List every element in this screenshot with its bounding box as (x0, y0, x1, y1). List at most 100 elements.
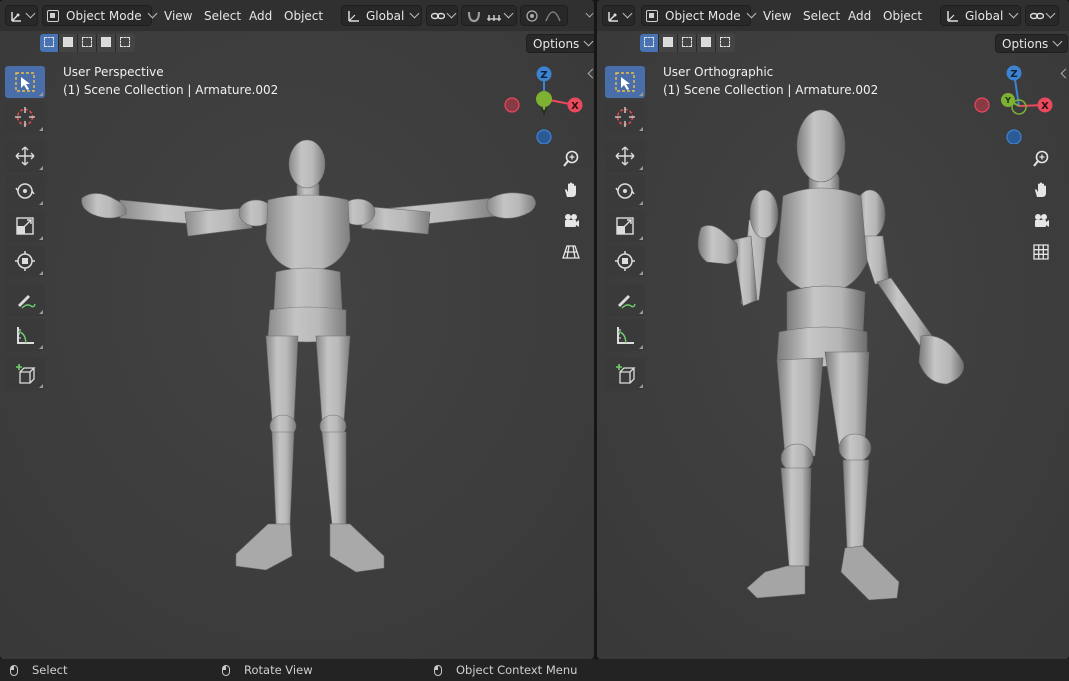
pan-button[interactable] (558, 177, 584, 203)
tool-scale[interactable] (5, 210, 45, 242)
menu-view[interactable]: View (757, 5, 797, 26)
tool-shelf (605, 66, 645, 393)
collection-info: (1) Scene Collection | Armature.002 (663, 83, 879, 97)
tool-rotate[interactable] (605, 175, 645, 207)
transform-orientation-icon (348, 10, 359, 22)
viewport-left[interactable]: Object Mode View Select Add Object Globa… (0, 0, 594, 659)
tool-move[interactable] (605, 140, 645, 172)
select-invert-button[interactable] (97, 34, 116, 52)
rotate-icon (615, 183, 635, 199)
viewport-info: User Orthographic (1) Scene Collection |… (663, 63, 878, 99)
proportional-edit-icon (526, 9, 538, 22)
select-intersect-button[interactable] (716, 34, 735, 52)
tool-shelf (5, 66, 45, 393)
header-overflow[interactable] (585, 5, 594, 26)
move-icon (615, 146, 635, 166)
pan-button[interactable] (1028, 177, 1054, 203)
options-dropdown[interactable]: Options (995, 34, 1069, 53)
zoom-button[interactable] (1028, 146, 1054, 172)
proportional-edit-dropdown[interactable] (520, 5, 568, 26)
select-intersect-button[interactable] (116, 34, 135, 52)
tool-rotate[interactable] (5, 175, 45, 207)
axes-editor-icon (608, 11, 618, 22)
menu-add[interactable]: Add (243, 5, 278, 26)
camera-view-button[interactable] (1028, 208, 1054, 234)
pivot-dropdown[interactable] (426, 5, 458, 26)
select-subtract-button[interactable] (78, 34, 97, 52)
select-extend-button[interactable] (659, 34, 678, 52)
navigation-gizmo[interactable]: Z X Y (974, 64, 1054, 144)
cursor-3d-icon (615, 107, 635, 127)
orientation-dropdown[interactable]: Global (940, 5, 1021, 26)
select-subtract-button[interactable] (678, 34, 697, 52)
measure-icon (17, 327, 34, 344)
tool-cursor[interactable] (5, 101, 45, 133)
select-box-icon (15, 72, 35, 92)
select-invert-button[interactable] (697, 34, 716, 52)
menu-object[interactable]: Object (877, 5, 928, 26)
tool-annotate[interactable] (605, 284, 645, 316)
tool-transform[interactable] (5, 245, 45, 277)
viewport-header: Object Mode View Select Add Object Globa… (597, 0, 1069, 31)
tool-select-box[interactable] (605, 66, 645, 98)
editor-type-dropdown[interactable] (602, 5, 635, 26)
object-mode-icon (646, 9, 658, 22)
tool-add-cube[interactable] (5, 358, 45, 390)
viewport-right[interactable]: Object Mode View Select Add Object Globa… (597, 0, 1069, 659)
mode-dropdown[interactable]: Object Mode (641, 5, 757, 26)
mouse-left-icon (10, 664, 18, 676)
menu-view[interactable]: View (158, 5, 198, 26)
cursor-3d-icon (15, 107, 35, 127)
select-mode-group (640, 34, 735, 52)
select-extend-button[interactable] (59, 34, 78, 52)
camera-icon (565, 214, 579, 227)
camera-view-button[interactable] (558, 208, 584, 234)
editor-type-dropdown[interactable] (5, 5, 38, 26)
gizmo-x-label: X (1041, 101, 1049, 112)
menu-object[interactable]: Object (278, 5, 329, 26)
navigation-gizmo[interactable]: Z X Y (504, 64, 584, 144)
tool-add-cube[interactable] (605, 358, 645, 390)
orientation-label: Global (965, 8, 1004, 23)
add-cube-icon (616, 364, 636, 384)
gizmo-y-label: Y (1004, 96, 1011, 105)
tool-measure[interactable] (5, 319, 45, 351)
menu-select[interactable]: Select (198, 5, 247, 26)
mouse-middle-icon (222, 664, 230, 676)
status-context-label: Object Context Menu (456, 663, 578, 677)
orientation-label: Global (366, 8, 405, 23)
scale-icon (16, 217, 34, 235)
perspective-toggle-button[interactable] (558, 239, 584, 265)
select-new-button[interactable] (640, 34, 659, 52)
tool-annotate[interactable] (5, 284, 45, 316)
select-box-icon (615, 72, 635, 92)
ortho-grid-icon (1033, 244, 1049, 260)
viewport-info: User Perspective (1) Scene Collection | … (63, 63, 278, 99)
link-icon (431, 12, 445, 19)
tool-select-box[interactable] (5, 66, 45, 98)
select-new-button[interactable] (40, 34, 59, 52)
status-context: Object Context Menu (434, 663, 577, 677)
tool-transform[interactable] (605, 245, 645, 277)
gizmo-z-label: Z (1010, 69, 1017, 80)
tool-measure[interactable] (605, 319, 645, 351)
orientation-dropdown[interactable]: Global (341, 5, 422, 26)
snap-dropdown[interactable] (461, 5, 517, 26)
pivot-dropdown[interactable] (1025, 5, 1059, 26)
menu-select[interactable]: Select (797, 5, 846, 26)
options-dropdown[interactable]: Options (526, 34, 594, 53)
object-mode-icon (47, 9, 59, 22)
gizmo-x-label: X (571, 101, 579, 112)
zoom-button[interactable] (558, 146, 584, 172)
gizmo-y-label: Y (540, 108, 548, 118)
mode-label: Object Mode (66, 8, 142, 23)
tool-move[interactable] (5, 140, 45, 172)
tool-scale[interactable] (605, 210, 645, 242)
orthographic-toggle-button[interactable] (1028, 239, 1054, 265)
menu-add[interactable]: Add (842, 5, 877, 26)
axes-editor-icon (11, 11, 21, 22)
mode-dropdown[interactable]: Object Mode (42, 5, 158, 26)
tool-cursor[interactable] (605, 101, 645, 133)
move-icon (15, 146, 35, 166)
hand-icon (1035, 182, 1046, 197)
